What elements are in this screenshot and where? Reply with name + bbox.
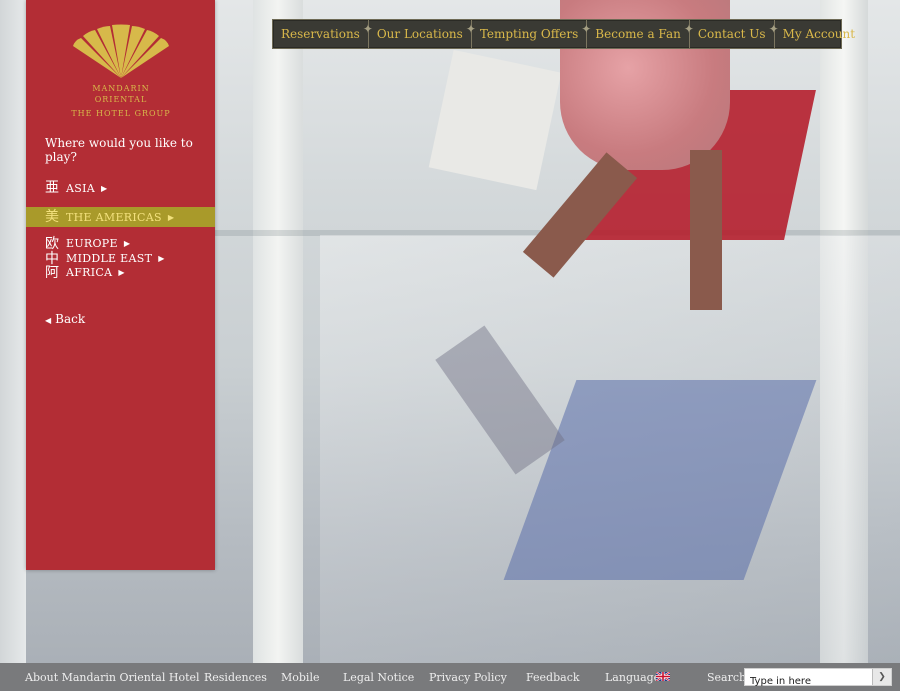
divider-ornament-icon: ✦	[768, 22, 779, 36]
caret-right-icon: ▶	[158, 254, 165, 263]
nav-reservations[interactable]: Reservations	[273, 20, 368, 48]
caret-right-icon: ▶	[167, 212, 174, 222]
search-label: Search	[707, 670, 747, 684]
region-the-americas[interactable]: 美 THE AMERICAS ▶	[26, 207, 215, 227]
nav-label: Contact Us	[697, 27, 766, 41]
region-glyph: 美	[45, 209, 59, 225]
footer-link-legal-notice[interactable]: Legal Notice	[343, 671, 414, 684]
footer-link-privacy-policy[interactable]: Privacy Policy	[429, 671, 507, 684]
region-glyph: 亜	[45, 180, 59, 196]
divider-ornament-icon: ✦	[465, 22, 476, 36]
nav-my-account[interactable]: ✦ My Account	[769, 20, 864, 48]
footer-link-feedback[interactable]: Feedback	[526, 671, 580, 684]
nav-label: Reservations	[281, 27, 360, 41]
divider-ornament-icon: ✦	[362, 22, 373, 36]
region-label: EUROPE	[66, 237, 118, 250]
nav-label: Tempting Offers	[479, 27, 579, 41]
region-label: ASIA	[66, 181, 95, 195]
uk-flag-icon[interactable]	[656, 672, 670, 681]
panel-prompt: Where would you like to play?	[45, 136, 193, 164]
caret-right-icon: ▶	[100, 183, 108, 193]
region-glyph: 阿	[45, 264, 59, 281]
search-input[interactable]	[745, 673, 878, 690]
footer-link-mobile[interactable]: Mobile	[281, 671, 319, 684]
region-asia[interactable]: 亜 ASIA ▶	[26, 178, 215, 198]
nav-our-locations[interactable]: ✦ Our Locations	[363, 20, 471, 48]
destination-panel: MANDARIN ORIENTAL THE HOTEL GROUP Where …	[26, 0, 215, 570]
back-label: Back	[55, 312, 86, 326]
region-glyph: 中	[45, 250, 59, 267]
nav-contact-us[interactable]: ✦ Contact Us	[684, 20, 774, 48]
footer-link-residences[interactable]: Residences	[204, 671, 267, 684]
divider-ornament-icon: ✦	[683, 22, 694, 36]
search-submit-button[interactable]: ❯	[872, 669, 891, 685]
region-label: THE AMERICAS	[66, 210, 162, 224]
back-link[interactable]: ◀ Back	[45, 312, 85, 326]
divider-ornament-icon: ✦	[581, 22, 592, 36]
nav-tempting-offers[interactable]: ✦ Tempting Offers	[466, 20, 586, 48]
nav-label: My Account	[782, 27, 856, 41]
region-label: AFRICA	[66, 266, 113, 279]
brand-tagline: THE HOTEL GROUP	[71, 109, 171, 118]
caret-right-icon: ▶	[123, 239, 130, 248]
caret-left-icon: ◀	[45, 316, 52, 325]
chevron-right-icon: ❯	[878, 672, 886, 682]
nav-label: Become a Fan	[595, 27, 681, 41]
brand-logo[interactable]: MANDARIN ORIENTAL THE HOTEL GROUP	[66, 24, 176, 119]
top-navigation: Reservations ✦ Our Locations ✦ Tempting Of…	[272, 19, 855, 49]
nav-become-a-fan[interactable]: ✦ Become a Fan	[581, 20, 689, 48]
region-label: MIDDLE EAST	[66, 252, 153, 265]
fan-logo-icon	[73, 24, 169, 78]
footer-link-about[interactable]: About Mandarin Oriental Hotel	[25, 671, 200, 684]
region-middle-east[interactable]: 中 MIDDLE EAST ▶	[26, 251, 215, 266]
region-glyph: 欧	[45, 235, 59, 252]
region-africa[interactable]: 阿 AFRICA ▶	[26, 265, 215, 280]
nav-label: Our Locations	[376, 27, 463, 41]
brand-name: MANDARIN ORIENTAL	[92, 84, 150, 104]
search-container: ❯	[744, 668, 892, 690]
region-europe[interactable]: 欧 EUROPE ▶	[26, 236, 215, 251]
language-label: Language	[605, 670, 661, 684]
caret-right-icon: ▶	[118, 268, 125, 277]
